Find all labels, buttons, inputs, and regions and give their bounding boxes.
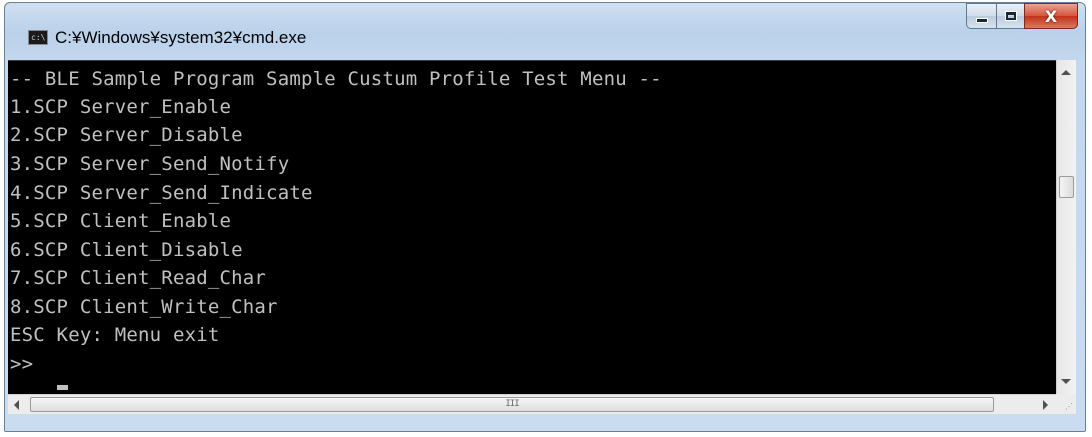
scroll-right-arrow-icon[interactable]: [1043, 400, 1048, 410]
menu-item-line: 7.SCP Client_Read_Char: [10, 267, 267, 289]
text-cursor: [57, 385, 68, 390]
scroll-left-arrow-icon[interactable]: [14, 400, 19, 410]
maximize-icon: [1005, 12, 1016, 20]
menu-header-line: -- BLE Sample Program Sample Custum Prof…: [10, 68, 662, 90]
menu-item-line: 1.SCP Server_Enable: [10, 96, 232, 118]
resize-grip-icon: ⋰: [1065, 402, 1073, 411]
minimize-button[interactable]: [966, 3, 996, 29]
console-output[interactable]: -- BLE Sample Program Sample Custum Prof…: [8, 60, 1056, 395]
scroll-down-arrow-icon[interactable]: [1061, 379, 1071, 384]
menu-item-line: 2.SCP Server_Disable: [10, 124, 243, 146]
window-title: C:¥Windows¥system32¥cmd.exe: [55, 28, 307, 47]
close-icon: X: [1044, 6, 1058, 26]
horizontal-scrollbar[interactable]: III: [8, 394, 1056, 414]
vertical-scroll-thumb[interactable]: [1059, 176, 1074, 198]
caption-buttons: X: [966, 3, 1078, 29]
close-button[interactable]: X: [1024, 3, 1078, 29]
menu-item-line: 3.SCP Server_Send_Notify: [10, 153, 290, 175]
menu-item-line: 8.SCP Client_Write_Char: [10, 296, 278, 318]
scroll-up-arrow-icon[interactable]: [1061, 70, 1071, 75]
cmd-console-icon[interactable]: c:\: [28, 30, 48, 45]
maximize-button[interactable]: [996, 3, 1024, 29]
resize-grip[interactable]: ⋰: [1056, 394, 1076, 414]
menu-exit-line: ESC Key: Menu exit: [10, 324, 220, 346]
horizontal-scroll-thumb[interactable]: III: [30, 397, 994, 412]
vertical-scrollbar[interactable]: [1056, 60, 1076, 394]
menu-item-line: 6.SCP Client_Disable: [10, 239, 243, 261]
scroll-grip-icon: III: [505, 399, 519, 409]
prompt-line: >>: [10, 353, 34, 375]
title-bar[interactable]: c:\ C:¥Windows¥system32¥cmd.exe X: [5, 3, 1085, 55]
menu-item-line: 5.SCP Client_Enable: [10, 210, 232, 232]
minimize-icon: [976, 18, 987, 22]
menu-item-line: 4.SCP Server_Send_Indicate: [10, 182, 313, 204]
